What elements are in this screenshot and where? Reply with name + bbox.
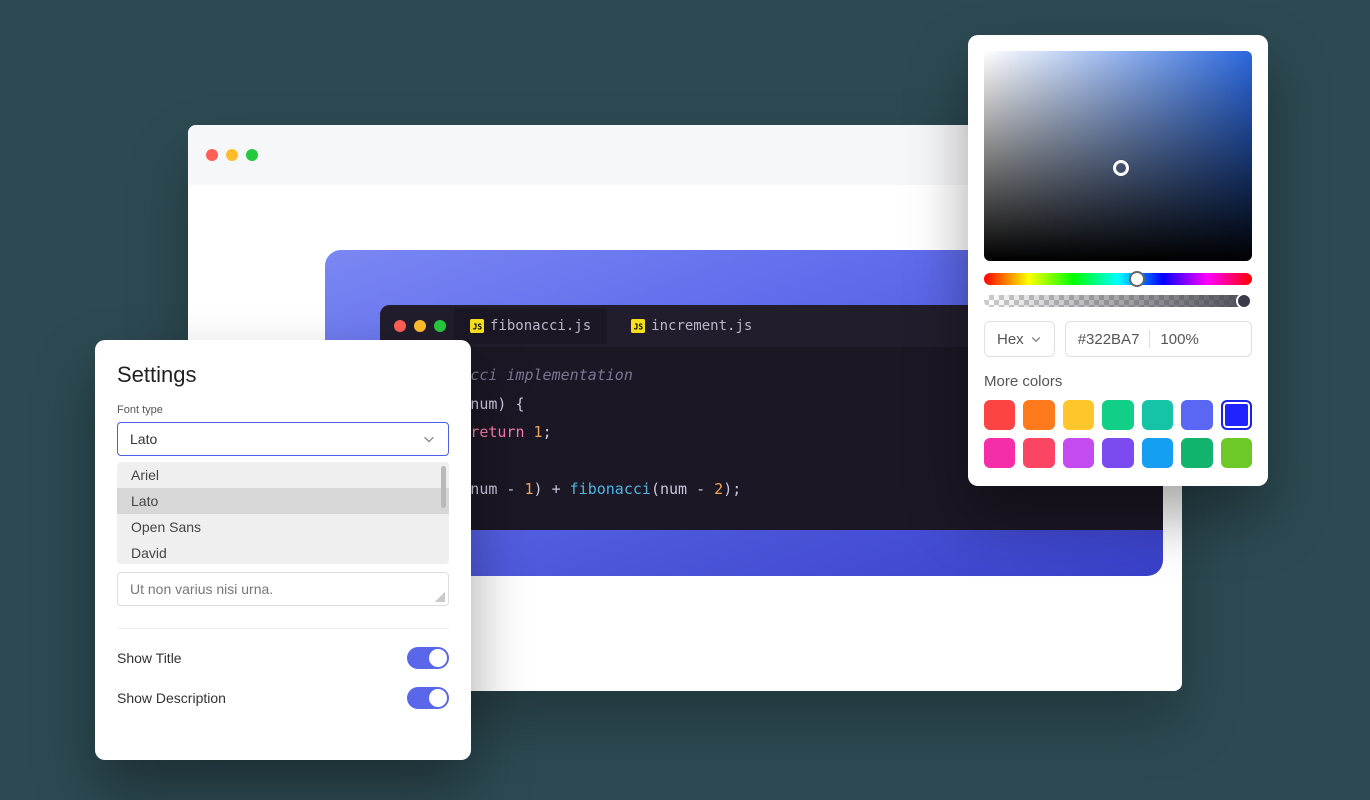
saturation-field[interactable] — [984, 51, 1252, 261]
textarea-value: Ut non varius nisi urna. — [130, 581, 273, 597]
alpha-handle[interactable] — [1236, 293, 1252, 309]
tab-label: fibonacci.js — [490, 318, 591, 334]
minimize-icon[interactable] — [226, 149, 238, 161]
show-description-row: Show Description — [117, 687, 449, 709]
code-token: ) + — [534, 480, 570, 498]
show-description-label: Show Description — [117, 690, 226, 706]
maximize-icon[interactable] — [246, 149, 258, 161]
close-icon[interactable] — [206, 149, 218, 161]
color-swatch[interactable] — [1142, 400, 1173, 430]
code-token: ; — [543, 423, 552, 441]
font-option[interactable]: Ariel — [117, 462, 449, 488]
tab-label: increment.js — [651, 318, 752, 334]
settings-panel: Settings Font type Lato ArielLatoOpen Sa… — [95, 340, 471, 760]
font-option[interactable]: Open Sans — [117, 514, 449, 540]
color-swatch[interactable] — [1221, 438, 1252, 468]
color-mode-value: Hex — [997, 331, 1024, 348]
font-option[interactable]: Lato — [117, 488, 449, 514]
tab-fibonacci[interactable]: JS fibonacci.js — [454, 308, 607, 344]
divider — [117, 628, 449, 629]
code-token: fibonacci — [570, 480, 651, 498]
font-type-label: Font type — [117, 404, 449, 416]
color-swatch[interactable] — [1221, 400, 1252, 430]
color-swatch[interactable] — [1102, 400, 1133, 430]
hex-value: #322BA7 — [1078, 331, 1140, 348]
swatch-grid — [984, 400, 1252, 468]
code-token: (num - — [651, 480, 714, 498]
alpha-slider[interactable] — [984, 295, 1252, 307]
color-picker: Hex #322BA7 100% More colors — [968, 35, 1268, 486]
editor-close-icon[interactable] — [394, 320, 406, 332]
show-title-label: Show Title — [117, 650, 182, 666]
svg-text:JS: JS — [634, 323, 644, 332]
toggle-knob — [429, 649, 447, 667]
color-swatch[interactable] — [1063, 438, 1094, 468]
alpha-value: 100% — [1160, 331, 1198, 348]
chevron-down-icon — [422, 432, 436, 446]
show-title-toggle[interactable] — [407, 647, 449, 669]
font-select-value: Lato — [130, 431, 157, 447]
hex-input[interactable]: #322BA7 100% — [1065, 321, 1252, 357]
editor-maximize-icon[interactable] — [434, 320, 446, 332]
show-description-toggle[interactable] — [407, 687, 449, 709]
code-token: 1 — [525, 480, 534, 498]
color-mode-select[interactable]: Hex — [984, 321, 1055, 357]
color-swatch[interactable] — [984, 400, 1015, 430]
code-token: ); — [723, 480, 741, 498]
code-token: 2 — [714, 480, 723, 498]
svg-text:JS: JS — [473, 323, 483, 332]
resize-handle-icon[interactable] — [435, 592, 445, 602]
hue-handle[interactable] — [1129, 271, 1145, 287]
editor-minimize-icon[interactable] — [414, 320, 426, 332]
hue-slider[interactable] — [984, 273, 1252, 285]
code-token: return — [470, 423, 524, 441]
color-swatch[interactable] — [1023, 438, 1054, 468]
js-file-icon: JS — [631, 319, 645, 333]
font-option[interactable]: David — [117, 540, 449, 564]
show-title-row: Show Title — [117, 647, 449, 669]
font-dropdown: ArielLatoOpen SansDavid — [117, 462, 449, 564]
color-swatch[interactable] — [1023, 400, 1054, 430]
divider — [1149, 330, 1150, 348]
toggle-knob — [429, 689, 447, 707]
more-colors-label: More colors — [984, 373, 1252, 390]
color-swatch[interactable] — [1142, 438, 1173, 468]
tab-increment[interactable]: JS increment.js — [615, 308, 768, 344]
color-swatch[interactable] — [1181, 400, 1212, 430]
js-file-icon: JS — [470, 319, 484, 333]
scrollbar-thumb[interactable] — [441, 466, 446, 508]
color-swatch[interactable] — [1063, 400, 1094, 430]
saturation-handle[interactable] — [1113, 160, 1129, 176]
chevron-down-icon — [1030, 333, 1042, 345]
color-swatch[interactable] — [1102, 438, 1133, 468]
color-swatch[interactable] — [984, 438, 1015, 468]
description-textarea[interactable]: Ut non varius nisi urna. — [117, 572, 449, 606]
font-select[interactable]: Lato — [117, 422, 449, 456]
code-token: 1 — [525, 423, 543, 441]
settings-title: Settings — [117, 362, 449, 388]
color-swatch[interactable] — [1181, 438, 1212, 468]
